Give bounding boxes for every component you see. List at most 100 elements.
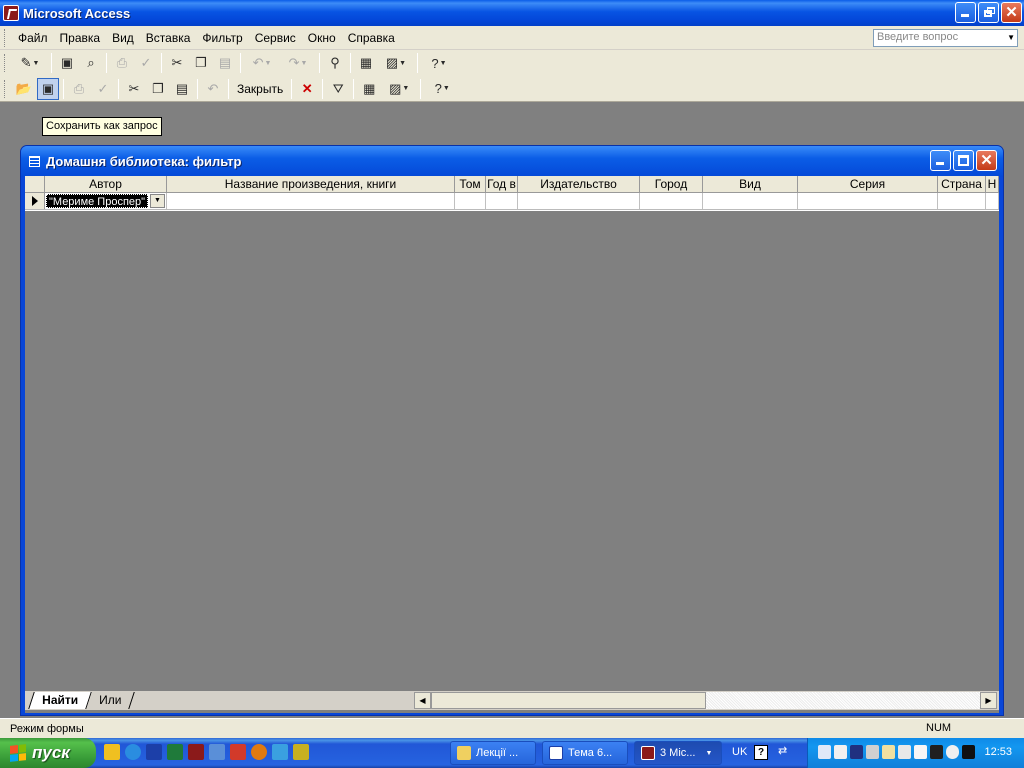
save-icon[interactable]: ▣ [56,52,78,74]
tab-or[interactable]: Или [86,692,136,709]
menu-filter[interactable]: Фильтр [196,28,248,48]
tray-network-icon[interactable] [850,745,863,759]
menu-edit[interactable]: Правка [54,28,107,48]
access-icon[interactable] [3,5,19,21]
player-icon[interactable] [251,744,267,760]
title-criteria-cell[interactable] [167,193,455,209]
camera-icon[interactable] [293,744,309,760]
quick-launch-app-icon[interactable] [104,744,120,760]
outlook-icon[interactable] [209,744,225,760]
tray-clock-icon[interactable] [946,745,959,759]
ask-question-input[interactable]: Введите вопрос ▼ [873,29,1018,47]
media-icon[interactable] [230,744,246,760]
cut-icon-2[interactable]: ✂ [123,78,145,100]
type-criteria-cell[interactable] [703,193,798,209]
browser-icon[interactable] [272,744,288,760]
tray-app-icon-4[interactable] [882,745,895,759]
cut-icon[interactable]: ✂ [166,52,188,74]
internet-explorer-icon[interactable] [125,744,141,760]
column-header-more[interactable]: Н [986,176,999,192]
paste-icon-2[interactable]: ▤ [171,78,193,100]
column-header-type[interactable]: Вид [703,176,798,192]
menu-tools[interactable]: Сервис [249,28,302,48]
tray-app-icon-5[interactable] [898,745,911,759]
menubar-grip[interactable] [4,28,7,47]
language-indicator[interactable]: UK [732,746,747,758]
column-header-title[interactable]: Название произведения, книги [167,176,455,192]
column-header-year[interactable]: Год в [486,176,518,192]
publisher-criteria-cell[interactable] [518,193,640,209]
toolbar-grip[interactable] [4,54,7,72]
language-help-icon[interactable]: ? [754,745,768,760]
tray-app-icon-1[interactable] [818,745,831,759]
tray-app-icon-8[interactable] [962,745,975,759]
column-header-country[interactable]: Страна [938,176,986,192]
word-icon[interactable] [146,744,162,760]
clear-grid-icon[interactable]: ✕ [296,78,318,100]
year-criteria-cell[interactable] [486,193,518,209]
close-button[interactable]: ✕ [1001,2,1022,23]
menu-window[interactable]: Окно [302,28,342,48]
volume-criteria-cell[interactable] [455,193,486,209]
task-access-group[interactable]: 3 Mic... ▼ [634,741,722,765]
scroll-right-icon[interactable]: ▶ [980,692,997,709]
apply-filter-icon[interactable]: ⛛ [327,78,349,100]
column-header-series[interactable]: Серия [798,176,938,192]
properties-icon[interactable]: ▦ [355,52,377,74]
horizontal-scrollbar[interactable]: ◀ ▶ [414,692,997,709]
help-icon-2[interactable]: ? ▼ [425,78,459,100]
scroll-thumb[interactable] [431,692,706,709]
task-word-doc[interactable]: Тема 6... [542,741,628,765]
column-header-volume[interactable]: Том [455,176,486,192]
scroll-left-icon[interactable]: ◀ [414,692,431,709]
filter-minimize-button[interactable] [930,150,951,171]
menu-insert[interactable]: Вставка [140,28,197,48]
datasheet-icon[interactable] [29,156,40,167]
column-header-publisher[interactable]: Издательство [518,176,640,192]
menu-view[interactable]: Вид [106,28,140,48]
new-object-icon-2[interactable]: ▨ ▼ [382,78,416,100]
excel-icon[interactable] [167,744,183,760]
tray-app-icon-3[interactable] [866,745,879,759]
row-selector-arrow-icon[interactable] [25,193,45,209]
language-settings-icon[interactable]: ⇄ [778,744,787,757]
country-criteria-cell[interactable] [938,193,986,209]
filter-close-button[interactable]: ✕ [976,150,997,171]
city-criteria-cell[interactable] [640,193,703,209]
search-icon[interactable]: ⌕ [80,52,102,74]
filter-maximize-button[interactable] [953,150,974,171]
task-group-dropdown-icon[interactable]: ▼ [705,750,712,757]
analyze-icon[interactable]: ⚲ [324,52,346,74]
column-header-author[interactable]: Автор [45,176,167,192]
tray-app-icon-7[interactable] [930,745,943,759]
menu-file[interactable]: Файл [12,28,54,48]
grid-corner[interactable] [25,176,45,192]
author-dropdown-icon[interactable]: ▼ [150,194,165,208]
help-icon[interactable]: ? ▼ [422,52,456,74]
copy-icon-2[interactable]: ❐ [147,78,169,100]
ask-dropdown-icon[interactable]: ▼ [1007,33,1015,42]
tray-app-icon-2[interactable] [834,745,847,759]
series-criteria-cell[interactable] [798,193,938,209]
new-object-icon[interactable]: ▨ ▼ [379,52,413,74]
tray-app-icon-6[interactable] [914,745,927,759]
menu-help[interactable]: Справка [342,28,401,48]
more-criteria-cell[interactable] [986,193,999,209]
author-criteria-cell[interactable]: "Мериме Проспер" ▼ [45,193,167,209]
minimize-button[interactable] [955,2,976,23]
copy-icon[interactable]: ❐ [190,52,212,74]
column-header-city[interactable]: Город [640,176,703,192]
window-icon[interactable]: ▦ [358,78,380,100]
open-folder-icon[interactable]: 📂 [13,78,35,100]
start-button[interactable]: пуск [0,738,96,768]
close-filter-button[interactable]: Закрыть [232,82,288,96]
access-quick-icon[interactable] [188,744,204,760]
author-criteria-value[interactable]: "Мериме Проспер" [46,194,149,208]
task-lectures[interactable]: Лекції ... [450,741,536,765]
view-design-icon[interactable]: ✎ ▼ [13,52,47,74]
tab-find[interactable]: Найти [28,692,92,709]
restore-button[interactable] [978,2,999,23]
system-clock[interactable]: 12:53 [984,746,1012,758]
save-as-query-icon[interactable]: ▣ [37,77,59,100]
toolbar-grip-2[interactable] [4,79,7,98]
